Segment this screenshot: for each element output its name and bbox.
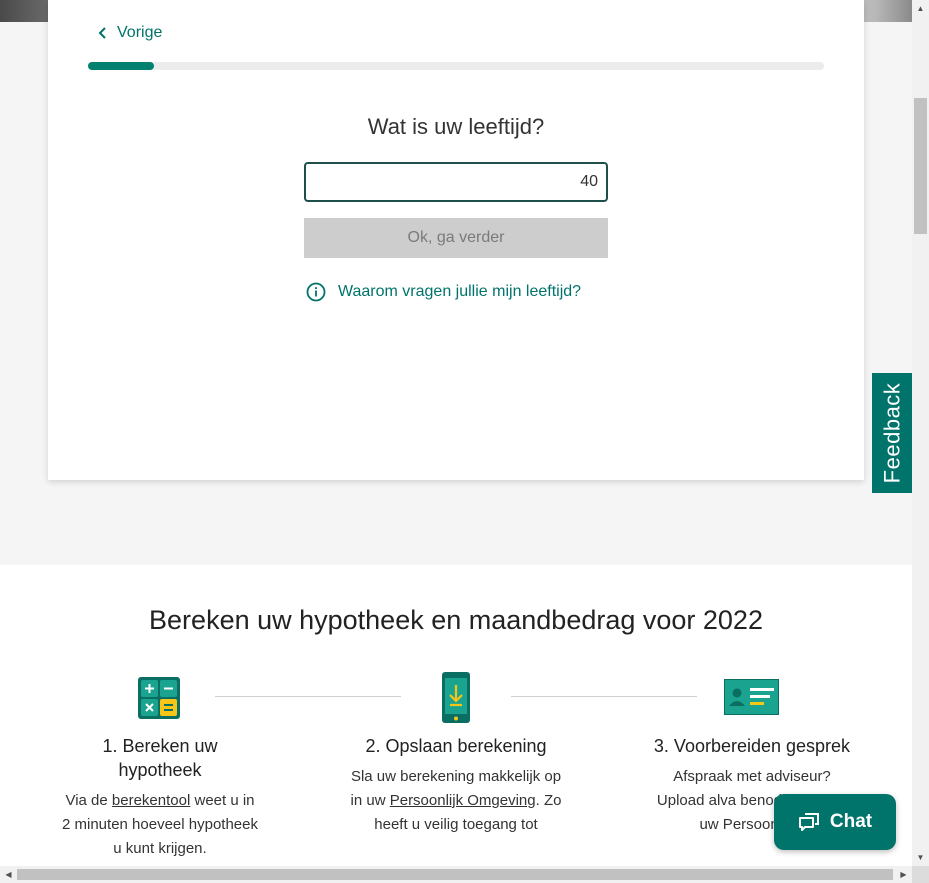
back-link-label: Vorige <box>117 24 163 41</box>
step-2-desc: Sla uw berekening makkelijk op in uw Per… <box>346 765 566 837</box>
section-title: Bereken uw hypotheek en maandbedrag voor… <box>149 605 763 635</box>
step-1-desc-text: Via de <box>65 792 112 809</box>
back-link[interactable]: Vorige <box>98 24 162 42</box>
chat-bubble-icon <box>798 813 819 831</box>
why-age-link[interactable]: Waarom vragen jullie mijn leeftijd? <box>306 282 581 302</box>
chat-label: Chat <box>829 811 873 832</box>
step-1-title: 1. Bereken uw hypotheek <box>102 736 218 780</box>
step-1-desc: Via de berekentool weet u in 2 minuten h… <box>60 789 260 861</box>
continue-button[interactable]: Ok, ga verder <box>304 218 608 258</box>
question-title: Wat is uw leeftijd? <box>367 114 545 139</box>
calculator-icon <box>138 677 180 719</box>
vertical-scroll-thumb[interactable] <box>914 98 927 234</box>
berekentool-link[interactable]: berekentool <box>112 792 190 809</box>
why-age-label: Waarom vragen jullie mijn leeftijd? <box>338 283 582 300</box>
scroll-right-arrow-icon[interactable]: ▶ <box>895 866 912 883</box>
scrollbar-corner <box>912 866 929 883</box>
vertical-scrollbar[interactable]: ▲ ▼ <box>912 0 929 866</box>
feedback-label: Feedback <box>879 382 904 484</box>
age-input[interactable] <box>304 162 608 202</box>
chevron-left-icon <box>98 27 106 39</box>
id-card-icon <box>724 679 779 715</box>
scroll-up-arrow-icon[interactable]: ▲ <box>912 0 929 17</box>
info-icon <box>306 282 326 302</box>
progress-fill <box>88 62 155 70</box>
horizontal-scroll-thumb[interactable] <box>17 869 893 880</box>
persoonlijk-omgeving-link[interactable]: Persoonlijk Omgeving <box>390 792 536 809</box>
scroll-down-arrow-icon[interactable]: ▼ <box>912 849 929 866</box>
step-2-title: 2. Opslaan berekening <box>365 736 547 756</box>
scroll-left-arrow-icon[interactable]: ◀ <box>0 866 17 883</box>
step-connector <box>511 696 697 697</box>
feedback-tab[interactable]: Feedback <box>872 373 912 493</box>
step-connector <box>215 696 401 697</box>
question-card: Vorige Wat is uw leeftijd? Ok, ga verder… <box>48 0 864 480</box>
chat-button[interactable]: Chat <box>774 794 896 850</box>
phone-download-icon <box>442 672 470 723</box>
step-3-title: 3. Voorbereiden gesprek <box>653 736 851 756</box>
horizontal-scrollbar[interactable]: ◀ ▶ <box>0 866 912 883</box>
progress-bar <box>88 62 824 70</box>
